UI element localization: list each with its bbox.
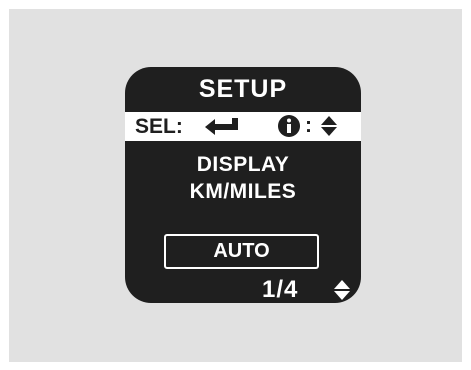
up-down-arrows-icon bbox=[321, 116, 337, 136]
enter-arrow-icon bbox=[205, 118, 238, 135]
page-up-down-arrows-icon bbox=[334, 280, 350, 300]
page-indicator: 1/4 bbox=[262, 276, 299, 303]
setup-display-screen: SETUP SEL: : DISPLAY KM/MILES AUTO 1/4 bbox=[125, 67, 361, 303]
select-hint-bar: SEL: : bbox=[125, 112, 361, 141]
info-colon: : bbox=[305, 114, 312, 137]
option-name-line1: DISPLAY bbox=[196, 153, 290, 176]
sel-label: SEL: bbox=[135, 115, 183, 138]
option-name-line2: KM/MILES bbox=[189, 180, 297, 203]
screen-title: SETUP bbox=[198, 75, 288, 103]
selected-value-box[interactable]: AUTO bbox=[164, 234, 319, 269]
info-icon bbox=[278, 115, 300, 137]
